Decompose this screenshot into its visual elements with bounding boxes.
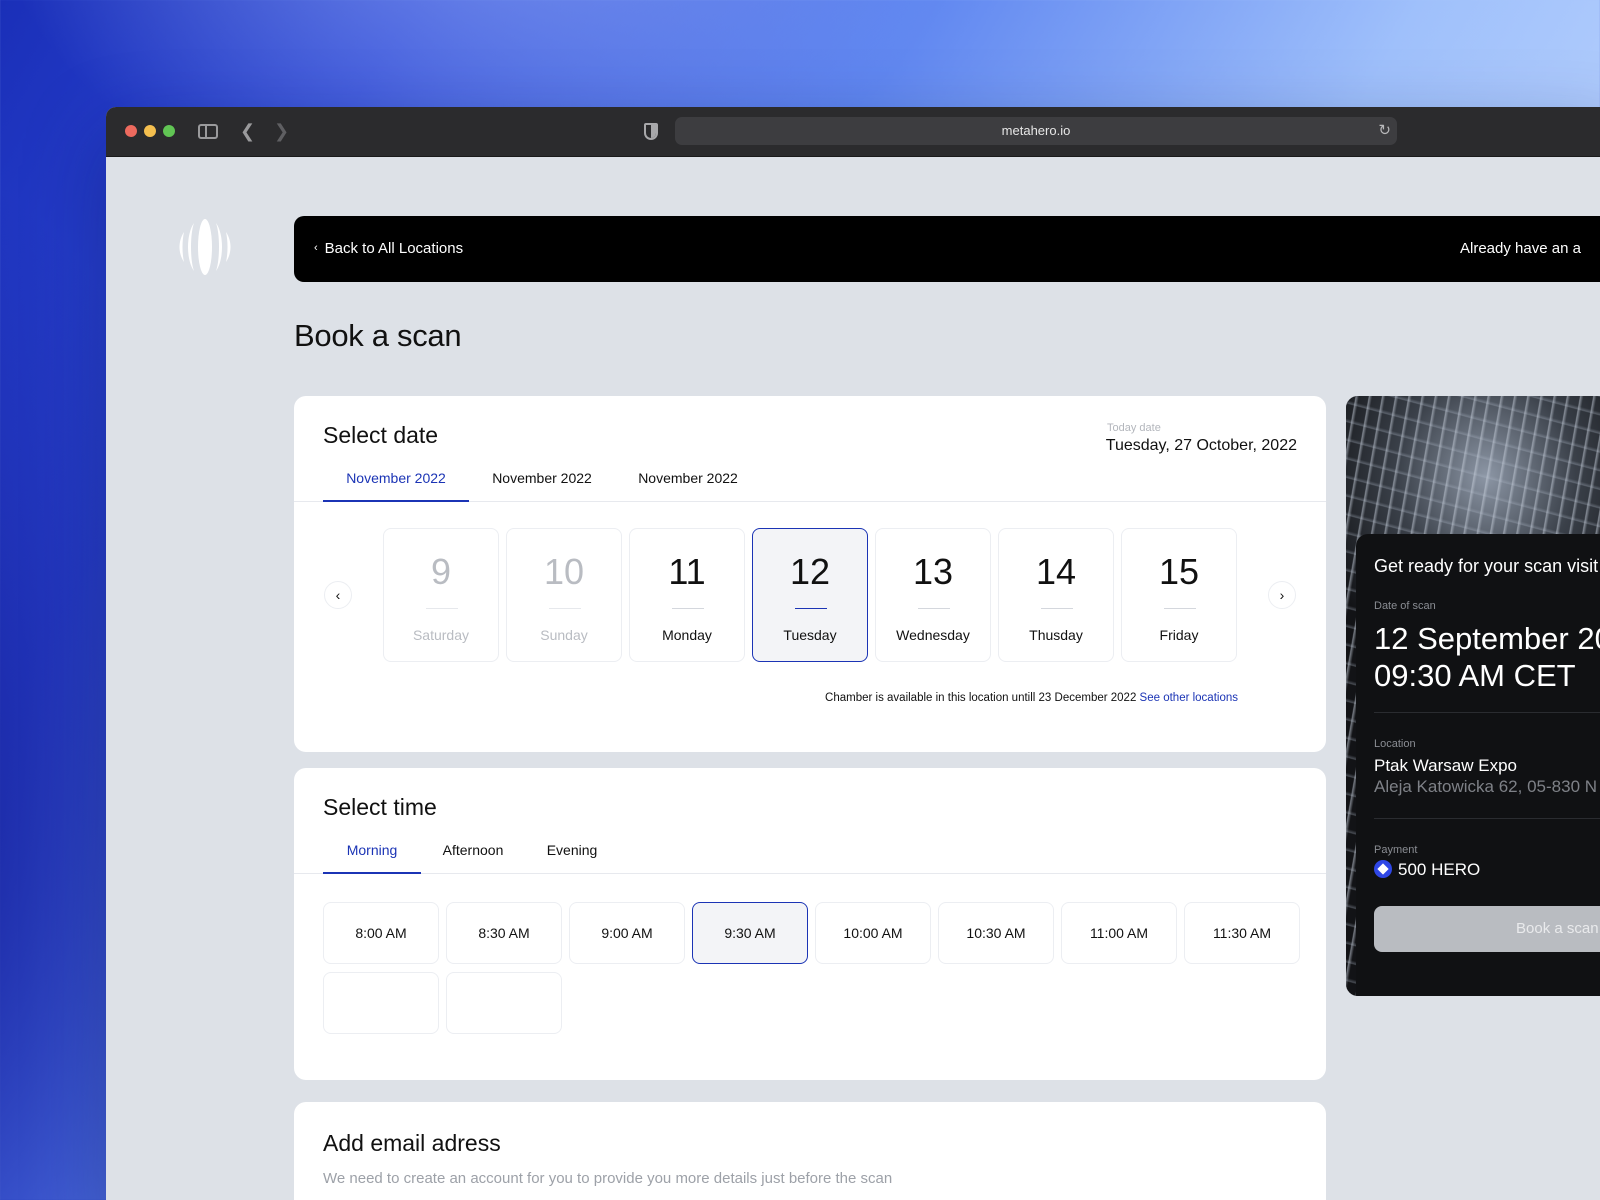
time-slot[interactable]: 10:30 AM bbox=[938, 902, 1054, 964]
scan-time-value: 09:30 AM CET bbox=[1374, 658, 1576, 693]
payment-value: 500 HERO bbox=[1398, 860, 1481, 879]
day-card[interactable]: 15 Friday bbox=[1121, 528, 1237, 662]
day-number: 10 bbox=[543, 551, 585, 592]
address-bar[interactable]: metahero.io ↻ bbox=[675, 117, 1397, 145]
day-name: Saturday bbox=[412, 627, 470, 643]
date-of-scan-label: Date of scan bbox=[1374, 600, 1436, 612]
month-tabs: November 2022 November 2022 November 202… bbox=[294, 464, 1326, 502]
booking-summary-panel: Get ready for your scan visit Date of sc… bbox=[1346, 396, 1600, 996]
tab-month-2[interactable]: November 2022 bbox=[469, 464, 615, 502]
today-date-label: Today date bbox=[1107, 422, 1161, 434]
tab-month-3[interactable]: November 2022 bbox=[615, 464, 761, 502]
maximize-window-icon[interactable] bbox=[163, 125, 175, 137]
payment-amount: 500 HERO bbox=[1374, 860, 1480, 880]
time-slot[interactable]: 10:00 AM bbox=[815, 902, 931, 964]
day-name: Thusday bbox=[1029, 627, 1083, 643]
today-date-value: Tuesday, 27 October, 2022 bbox=[1105, 437, 1297, 454]
sidebar-toggle-icon[interactable] bbox=[198, 124, 218, 139]
day-divider bbox=[1041, 608, 1073, 609]
day-number: 15 bbox=[1158, 551, 1200, 592]
day-card[interactable]: 11 Monday bbox=[629, 528, 745, 662]
day-divider bbox=[672, 608, 704, 609]
day-divider bbox=[795, 608, 827, 609]
day-number: 13 bbox=[912, 551, 954, 592]
day-name: Sunday bbox=[540, 627, 588, 643]
minimize-window-icon[interactable] bbox=[144, 125, 156, 137]
day-name: Monday bbox=[662, 627, 712, 643]
day-name: Friday bbox=[1159, 627, 1199, 643]
availability-note: Chamber is available in this location un… bbox=[825, 692, 1238, 704]
summary-divider bbox=[1374, 712, 1600, 713]
tab-afternoon[interactable]: Afternoon bbox=[421, 836, 525, 874]
scan-date-value: 12 September 20 bbox=[1374, 621, 1600, 656]
time-of-day-tabs: Morning Afternoon Evening bbox=[294, 836, 1326, 874]
add-email-description: We need to create an account for you to … bbox=[323, 1170, 893, 1187]
day-divider bbox=[1164, 608, 1196, 609]
day-name: Wednesday bbox=[896, 627, 970, 643]
day-divider bbox=[426, 608, 458, 609]
availability-text: Chamber is available in this location un… bbox=[825, 692, 1137, 704]
account-login-link[interactable]: Already have an a bbox=[1460, 240, 1581, 257]
select-time-title: Select time bbox=[323, 794, 437, 820]
time-slot-empty[interactable] bbox=[446, 972, 562, 1034]
tab-month-1[interactable]: November 2022 bbox=[323, 464, 469, 502]
day-card[interactable]: 13 Wednesday bbox=[875, 528, 991, 662]
select-date-card: Select date Today date Tuesday, 27 Octob… bbox=[294, 396, 1326, 752]
day-card-selected[interactable]: 12 Tuesday bbox=[752, 528, 868, 662]
day-card[interactable]: 14 Thusday bbox=[998, 528, 1114, 662]
back-link-label: Back to All Locations bbox=[324, 240, 464, 257]
day-divider bbox=[549, 608, 581, 609]
summary-heading: Get ready for your scan visit bbox=[1374, 556, 1599, 576]
time-slot[interactable]: 9:00 AM bbox=[569, 902, 685, 964]
select-time-card: Select time Morning Afternoon Evening 8:… bbox=[294, 768, 1326, 1080]
book-a-scan-button[interactable]: Book a scan bbox=[1374, 906, 1600, 952]
add-email-title: Add email adress bbox=[323, 1130, 501, 1156]
tab-morning[interactable]: Morning bbox=[323, 836, 421, 874]
day-number: 9 bbox=[430, 551, 452, 592]
location-label: Location bbox=[1374, 738, 1416, 750]
summary-details: Get ready for your scan visit Date of sc… bbox=[1356, 534, 1600, 996]
scan-datetime: 12 September 20 09:30 AM CET bbox=[1374, 620, 1600, 694]
page-title: Book a scan bbox=[294, 318, 462, 353]
browser-titlebar: ❮ ❯ metahero.io ↻ bbox=[106, 107, 1600, 157]
location-address: Aleja Katowicka 62, 05-830 N bbox=[1374, 777, 1598, 796]
day-card: 9 Saturday bbox=[383, 528, 499, 662]
see-other-locations-link[interactable]: See other locations bbox=[1140, 692, 1238, 704]
time-slot[interactable]: 11:30 AM bbox=[1184, 902, 1300, 964]
day-number: 12 bbox=[789, 551, 831, 592]
metahero-logo[interactable] bbox=[174, 216, 236, 278]
page-content: ‹ Back to All Locations Already have an a… bbox=[106, 158, 1600, 1200]
time-slot[interactable]: 8:00 AM bbox=[323, 902, 439, 964]
summary-divider bbox=[1374, 818, 1600, 819]
day-name: Tuesday bbox=[783, 627, 837, 643]
top-navigation-bar: ‹ Back to All Locations Already have an a bbox=[294, 216, 1600, 282]
chevron-left-icon: ‹ bbox=[314, 242, 318, 254]
browser-back-icon[interactable]: ❮ bbox=[240, 119, 255, 143]
day-number: 14 bbox=[1035, 551, 1077, 592]
next-days-button[interactable]: › bbox=[1268, 581, 1296, 609]
add-email-card: Add email adress We need to create an ac… bbox=[294, 1102, 1326, 1200]
browser-window: ❮ ❯ metahero.io ↻ ‹ Back to All Locations… bbox=[106, 107, 1600, 1200]
close-window-icon[interactable] bbox=[125, 125, 137, 137]
payment-label: Payment bbox=[1374, 844, 1418, 856]
prev-days-button[interactable]: ‹ bbox=[324, 581, 352, 609]
tab-evening[interactable]: Evening bbox=[525, 836, 619, 874]
day-number: 11 bbox=[668, 551, 706, 592]
time-slot[interactable]: 11:00 AM bbox=[1061, 902, 1177, 964]
reload-icon[interactable]: ↻ bbox=[1378, 117, 1391, 145]
privacy-shield-icon[interactable] bbox=[644, 123, 658, 140]
day-card: 10 Sunday bbox=[506, 528, 622, 662]
time-slot-selected[interactable]: 9:30 AM bbox=[692, 902, 808, 964]
select-date-title: Select date bbox=[323, 422, 439, 448]
browser-forward-icon[interactable]: ❯ bbox=[274, 119, 289, 143]
time-slot[interactable]: 8:30 AM bbox=[446, 902, 562, 964]
time-slot-empty[interactable] bbox=[323, 972, 439, 1034]
hero-token-icon bbox=[1374, 860, 1392, 878]
location-name: Ptak Warsaw Expo bbox=[1374, 756, 1517, 775]
back-to-locations-link[interactable]: ‹ Back to All Locations bbox=[314, 240, 463, 257]
address-bar-url: metahero.io bbox=[1001, 123, 1071, 138]
day-divider bbox=[918, 608, 950, 609]
